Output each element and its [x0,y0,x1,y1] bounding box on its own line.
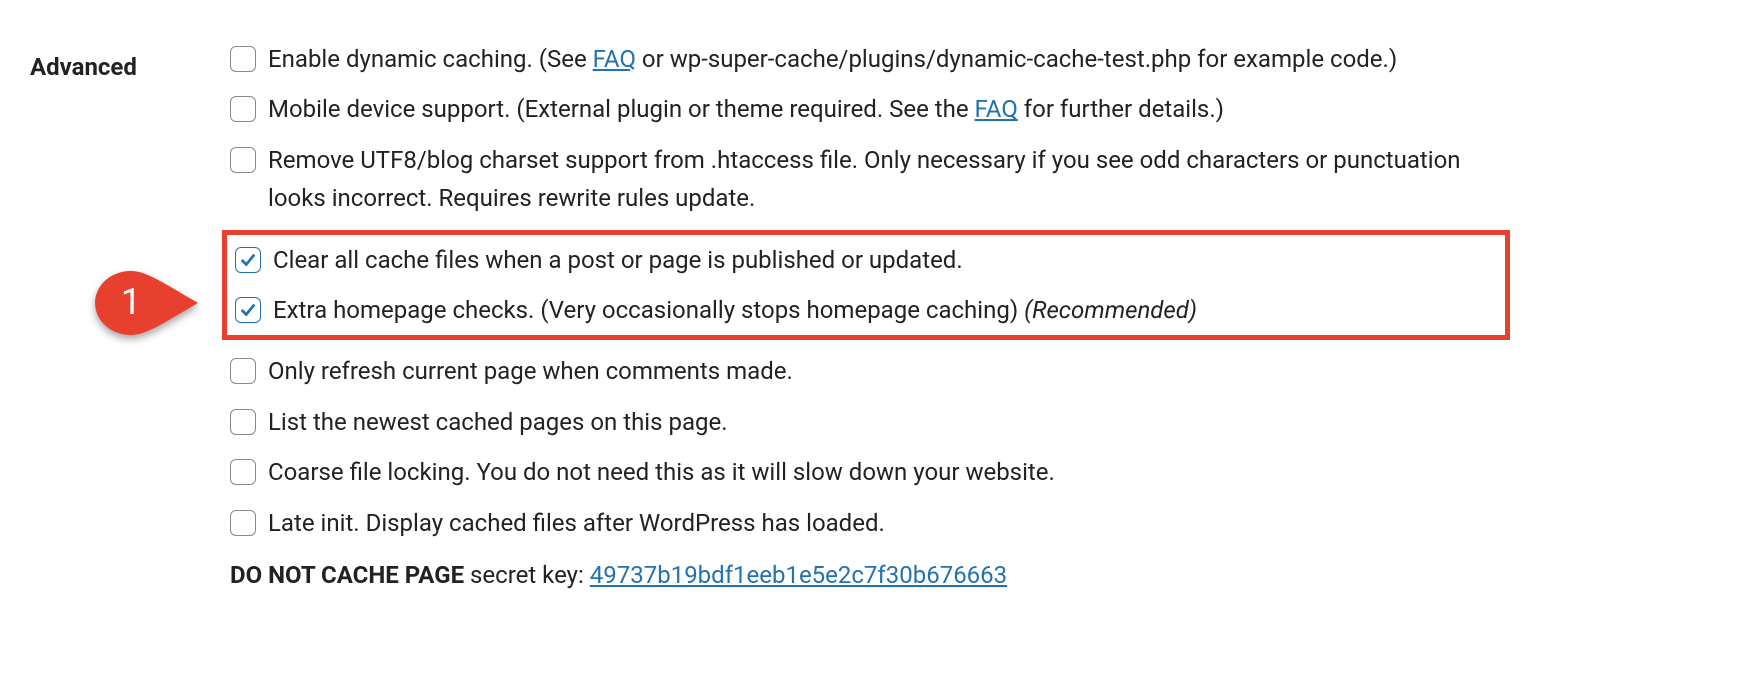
secret-key-row: DO NOT CACHE PAGE secret key: 49737b19bd… [230,556,1510,594]
highlighted-options: Clear all cache files when a post or pag… [222,230,1510,341]
faq-link[interactable]: FAQ [975,95,1018,123]
secret-key-link[interactable]: 49737b19bdf1eeb1e5e2c7f30b676663 [590,561,1007,589]
faq-link[interactable]: FAQ [593,45,636,73]
option-label: Mobile device support. (External plugin … [268,90,1224,128]
option-coarse-file-locking: Coarse file locking. You do not need thi… [230,453,1510,491]
advanced-options-list: Enable dynamic caching. (See FAQ or wp-s… [230,40,1510,594]
section-heading: Advanced [30,40,230,594]
secret-key-label-rest: secret key: [464,561,590,589]
option-mobile-device-support: Mobile device support. (External plugin … [230,90,1510,128]
option-remove-utf8-charset: Remove UTF8/blog charset support from .h… [230,141,1510,218]
secret-key-label-bold: DO NOT CACHE PAGE [230,561,464,589]
checkbox-coarse-file-locking[interactable] [230,459,256,485]
option-enable-dynamic-caching: Enable dynamic caching. (See FAQ or wp-s… [230,40,1510,78]
option-label: Coarse file locking. You do not need thi… [268,453,1055,491]
option-extra-homepage-checks: Extra homepage checks. (Very occasionall… [235,291,1497,329]
checkbox-extra-homepage-checks[interactable] [235,297,261,323]
checkbox-list-newest-cached[interactable] [230,409,256,435]
option-label: Late init. Display cached files after Wo… [268,504,885,542]
option-clear-cache-on-publish: Clear all cache files when a post or pag… [235,241,1497,279]
checkbox-late-init[interactable] [230,510,256,536]
option-list-newest-cached: List the newest cached pages on this pag… [230,403,1510,441]
option-label: Only refresh current page when comments … [268,352,793,390]
checkbox-refresh-on-comment[interactable] [230,358,256,384]
option-label: List the newest cached pages on this pag… [268,403,728,441]
option-label: Enable dynamic caching. (See FAQ or wp-s… [268,40,1397,78]
checkbox-remove-utf8-charset[interactable] [230,147,256,173]
checkbox-clear-cache-on-publish[interactable] [235,247,261,273]
checkbox-mobile-device-support[interactable] [230,96,256,122]
option-label: Clear all cache files when a post or pag… [273,241,963,279]
option-label: Remove UTF8/blog charset support from .h… [268,141,1510,218]
checkbox-enable-dynamic-caching[interactable] [230,46,256,72]
option-label: Extra homepage checks. (Very occasionall… [273,291,1197,329]
option-refresh-on-comment: Only refresh current page when comments … [230,352,1510,390]
option-late-init: Late init. Display cached files after Wo… [230,504,1510,542]
